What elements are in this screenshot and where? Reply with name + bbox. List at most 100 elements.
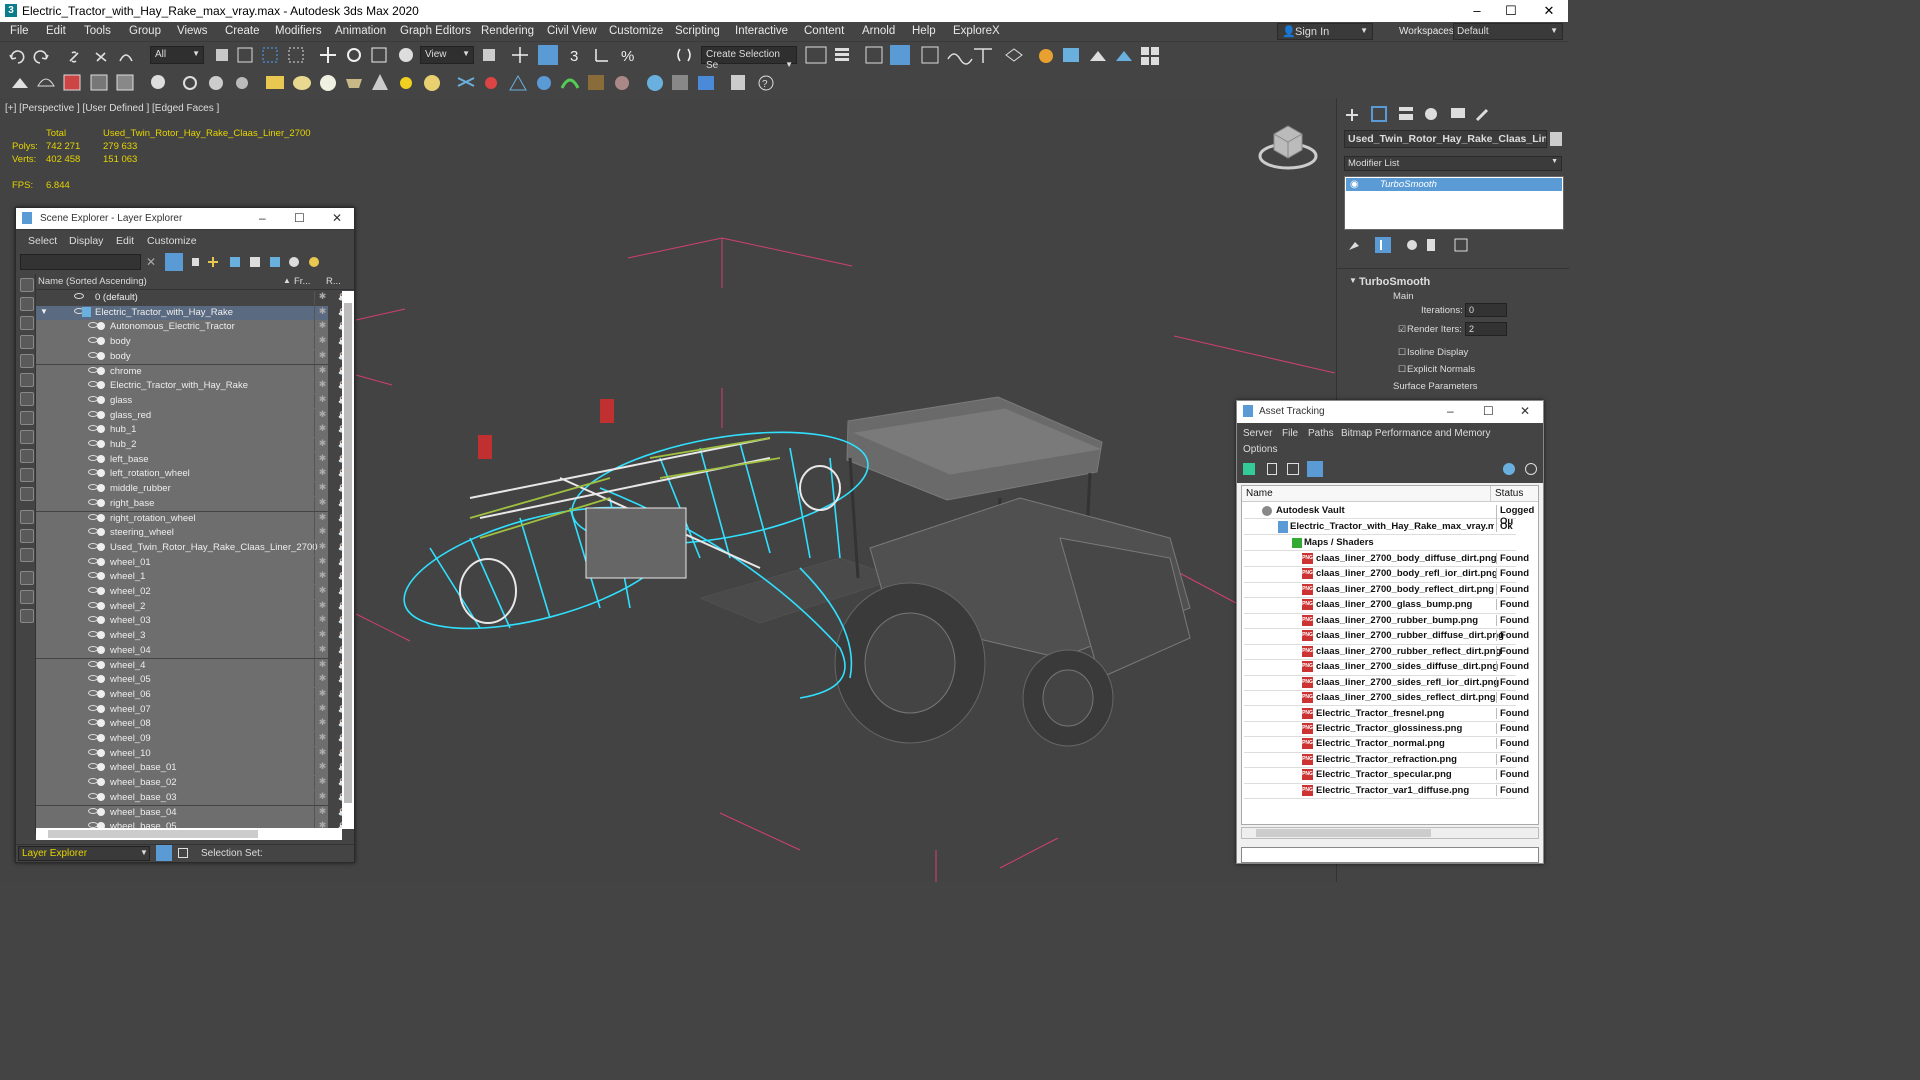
freeze-icon[interactable]: ✱	[314, 746, 330, 761]
expand-arrow-icon[interactable]: ▼	[40, 307, 48, 316]
menu-help[interactable]: Help	[912, 25, 936, 37]
scene-tree-row[interactable]: left_rotation_wheel✱☕	[36, 467, 342, 483]
isoline-checkbox[interactable]: ☐	[1398, 347, 1406, 358]
freeze-icon[interactable]: ✱	[314, 805, 330, 820]
view-cube[interactable]	[1258, 125, 1318, 170]
scene-tree-row[interactable]: wheel_base_01✱☕	[36, 761, 342, 777]
help-icon[interactable]	[1503, 463, 1515, 475]
command-panel-tabs[interactable]	[1337, 98, 1569, 128]
layer-explorer-dropdown[interactable]: Layer Explorer	[18, 846, 150, 861]
menu-graph-editors[interactable]: Graph Editors	[400, 25, 471, 37]
menu-create[interactable]: Create	[225, 25, 260, 37]
scene-tree-row[interactable]: hub_1✱☕	[36, 423, 342, 438]
at-menu-server[interactable]: Server	[1243, 428, 1272, 439]
asset-row[interactable]: PNG claas_liner_2700_glass_bump.png Found	[1244, 598, 1529, 614]
scene-tree-row[interactable]: body✱☕	[36, 349, 342, 365]
menu-modifiers[interactable]: Modifiers	[275, 25, 322, 37]
render-iters-spinner[interactable]: 2	[1465, 322, 1507, 336]
asset-row[interactable]: PNG Electric_Tractor_specular.png Found	[1244, 768, 1529, 784]
column-frozen-header[interactable]: Fr...	[294, 276, 310, 287]
asset-row[interactable]: PNG claas_liner_2700_body_reflect_dirt.pn…	[1244, 583, 1529, 599]
at-menu-options[interactable]: Options	[1243, 444, 1277, 455]
display-geometry-icon[interactable]	[20, 278, 34, 292]
asset-row[interactable]: PNG Electric_Tractor_var1_diffuse.png Foun…	[1244, 784, 1529, 800]
freeze-icon[interactable]: ✱	[314, 599, 330, 614]
se-menu-display[interactable]: Display	[69, 235, 103, 247]
scene-tree-row[interactable]: chrome✱☕	[36, 364, 342, 380]
scene-tree-row[interactable]: hub_2✱☕	[36, 438, 342, 453]
modifier-list-dropdown[interactable]: Modifier List ▼	[1344, 156, 1562, 171]
asset-row[interactable]: PNG Electric_Tractor_normal.png Found	[1244, 737, 1529, 753]
eye-icon[interactable]	[74, 293, 84, 299]
menu-content[interactable]: Content	[804, 25, 844, 37]
asset-col-name[interactable]: Name	[1246, 488, 1273, 499]
collapse-arrow-icon[interactable]: ▼	[1349, 276, 1357, 285]
maximize-button[interactable]: ☐	[1496, 2, 1526, 20]
chevron-down-icon[interactable]: ▼	[140, 848, 148, 857]
scene-tree-row[interactable]: wheel_05✱☕	[36, 673, 342, 688]
freeze-icon[interactable]: ✱	[314, 526, 330, 541]
freeze-icon[interactable]: ✱	[314, 379, 330, 394]
scene-tree-row[interactable]: wheel_01✱☕	[36, 555, 342, 571]
scene-explorer-titlebar[interactable]: Scene Explorer - Layer Explorer – ☐ ✕	[16, 208, 354, 230]
freeze-icon[interactable]: ✱	[314, 511, 330, 526]
scene-tree-row[interactable]: wheel_3✱☕	[36, 629, 342, 644]
explicit-normals-checkbox[interactable]: ☐	[1398, 364, 1406, 375]
close-button[interactable]: ✕	[1534, 2, 1564, 20]
freeze-icon[interactable]: ✱	[314, 717, 330, 732]
asset-row[interactable]: PNG claas_liner_2700_sides_diffuse_dirt.p…	[1244, 660, 1529, 676]
scene-tree-row[interactable]: wheel_03✱☕	[36, 614, 342, 630]
freeze-icon[interactable]: ✱	[314, 482, 330, 497]
freeze-icon[interactable]: ✱	[314, 732, 330, 746]
freeze-icon[interactable]: ✱	[314, 423, 330, 438]
scene-tree-row[interactable]: body✱☕	[36, 335, 342, 350]
freeze-icon[interactable]: ✱	[314, 305, 330, 320]
object-color-swatch[interactable]	[1550, 132, 1562, 146]
freeze-icon[interactable]: ✱	[314, 790, 330, 805]
scrollbar-thumb[interactable]	[1256, 829, 1431, 837]
scene-tree-row[interactable]: left_base✱☕	[36, 452, 342, 468]
freeze-icon[interactable]: ✱	[314, 643, 330, 658]
maximize-icon[interactable]: ☐	[1483, 404, 1494, 418]
scene-tree-row[interactable]: right_rotation_wheel✱☕	[36, 511, 342, 527]
asset-row[interactable]: PNG claas_liner_2700_body_refl_ior_dirt.p…	[1244, 567, 1529, 583]
at-menu-file[interactable]: File	[1282, 428, 1298, 439]
modifier-stack-item[interactable]: ◉ TurboSmooth	[1346, 178, 1562, 191]
grid-view-icon[interactable]	[1307, 461, 1323, 477]
asset-list-header[interactable]: Name Status	[1242, 486, 1538, 502]
minimize-icon[interactable]: –	[1447, 404, 1454, 418]
freeze-icon[interactable]: ✱	[314, 540, 330, 555]
scene-tree-row[interactable]: wheel_4✱☕	[36, 658, 342, 674]
column-name-header[interactable]: Name (Sorted Ascending)	[38, 276, 147, 287]
asset-path-field[interactable]	[1241, 847, 1539, 863]
workspace-dropdown[interactable]: Default ▼	[1453, 23, 1563, 40]
layers-icon[interactable]	[156, 845, 172, 861]
freeze-icon[interactable]: ✱	[314, 658, 330, 673]
turbosmooth-rollout-title[interactable]: TurboSmooth	[1359, 276, 1430, 288]
minimize-button[interactable]: –	[1462, 2, 1492, 20]
at-menu-bitmap-performance[interactable]: Bitmap Performance and Memory	[1341, 428, 1491, 439]
freeze-icon[interactable]: ✱	[314, 467, 330, 482]
scene-tree-row[interactable]: Electric_Tractor_with_Hay_Rake✱☕	[36, 379, 342, 394]
scene-tree-row[interactable]: wheel_10✱☕	[36, 746, 342, 762]
scene-tree-row[interactable]: wheel_02✱☕	[36, 585, 342, 600]
menu-edit[interactable]: Edit	[46, 25, 66, 37]
se-horizontal-scrollbar[interactable]	[36, 828, 342, 840]
freeze-icon[interactable]: ✱	[314, 393, 330, 408]
scene-tree-row[interactable]: wheel_06✱☕	[36, 687, 342, 703]
asset-horizontal-scrollbar[interactable]	[1241, 827, 1539, 839]
scene-tree-row[interactable]: glass✱☕	[36, 393, 342, 409]
freeze-icon[interactable]: ✱	[314, 555, 330, 570]
render-iters-checkbox[interactable]: ☑	[1398, 324, 1406, 335]
freeze-icon[interactable]: ✱	[314, 349, 330, 364]
scene-tree-row[interactable]: Autonomous_Electric_Tractor✱☕	[36, 320, 342, 336]
scene-tree-row[interactable]: ▼Electric_Tractor_with_Hay_Rake✱☕	[36, 305, 342, 321]
freeze-icon[interactable]: ✱	[314, 335, 330, 350]
freeze-icon[interactable]: ✱	[314, 291, 330, 305]
scene-tree-row[interactable]: wheel_base_03✱☕	[36, 790, 342, 806]
scene-tree-row[interactable]: wheel_base_04✱☕	[36, 805, 342, 821]
table-view-icon[interactable]	[1287, 463, 1299, 475]
iterations-spinner[interactable]: 0	[1465, 303, 1507, 317]
asset-row[interactable]: PNG claas_liner_2700_rubber_bump.png Found	[1244, 614, 1529, 630]
create-selection-set-dropdown[interactable]: Create Selection Se ▼	[701, 46, 797, 71]
